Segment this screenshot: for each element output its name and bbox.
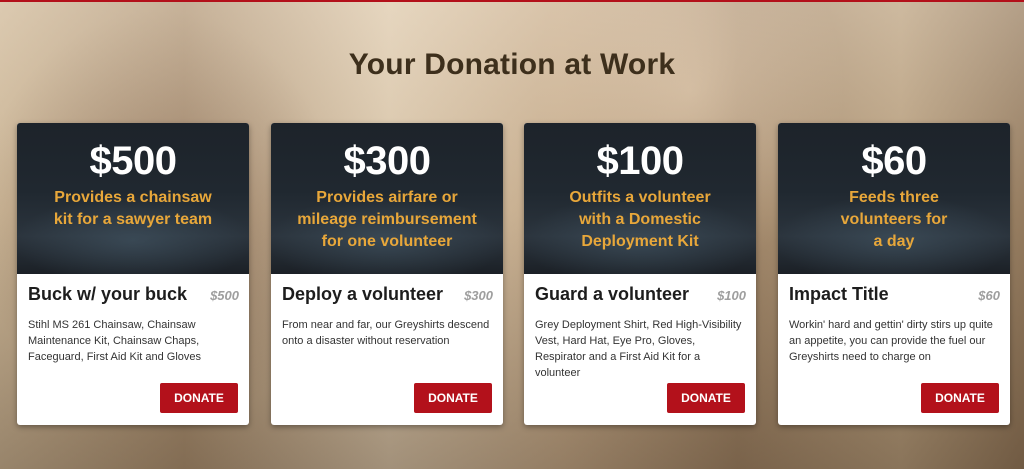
card-title: Impact Title <box>789 284 889 304</box>
card-hero: $500 Provides a chainsaw kit for a sawye… <box>17 123 249 274</box>
card-description: From near and far, our Greyshirts descen… <box>282 319 490 347</box>
card-description: Grey Deployment Shirt, Red High-Visibili… <box>535 319 742 379</box>
card-description: Workin' hard and gettin' dirty stirs up … <box>789 319 993 363</box>
card-header: Impact Title $60 <box>778 274 1010 305</box>
card-hero-text: Feeds three volunteers for a day <box>840 189 948 250</box>
top-rule <box>0 0 1024 2</box>
donate-button[interactable]: DONATE <box>160 383 238 413</box>
card-hero: $300 Provides airfare or mileage reimbur… <box>271 123 503 274</box>
card-hero-text: Provides a chainsaw kit for a sawyer tea… <box>53 189 213 228</box>
card-hero-amount: $500 <box>89 139 177 183</box>
card-header: Guard a volunteer $100 <box>524 274 756 305</box>
donate-button[interactable]: DONATE <box>667 383 745 413</box>
card-price: $100 <box>717 288 746 303</box>
donation-card: $100 Outfits a volunteer with a Domestic… <box>524 123 756 425</box>
donation-card: $300 Provides airfare or mileage reimbur… <box>271 123 503 425</box>
card-hero-text: Outfits a volunteer with a Domestic Depl… <box>569 189 711 250</box>
donate-button[interactable]: DONATE <box>414 383 492 413</box>
card-title: Deploy a volunteer <box>282 284 444 304</box>
card-price: $300 <box>464 288 493 303</box>
card-price: $500 <box>210 288 239 303</box>
section-title: Your Donation at Work <box>348 48 676 81</box>
card-title: Buck w/ your buck <box>28 284 188 304</box>
card-description: Stihl MS 261 Chainsaw, Chainsaw Maintena… <box>28 319 202 363</box>
donation-card: $60 Feeds three volunteers for a day Imp… <box>778 123 1010 425</box>
card-header: Deploy a volunteer $300 <box>271 274 503 305</box>
card-hero: $60 Feeds three volunteers for a day <box>778 123 1010 274</box>
card-price: $60 <box>978 288 1000 303</box>
card-header: Buck w/ your buck $500 <box>17 274 249 305</box>
card-hero-amount: $100 <box>596 139 684 183</box>
card-hero-text: Provides airfare or mileage reimbursemen… <box>297 189 477 250</box>
card-hero-amount: $300 <box>343 139 431 183</box>
card-title: Guard a volunteer <box>535 284 690 304</box>
donation-card: $500 Provides a chainsaw kit for a sawye… <box>17 123 249 425</box>
donate-button[interactable]: DONATE <box>921 383 999 413</box>
card-hero: $100 Outfits a volunteer with a Domestic… <box>524 123 756 274</box>
card-hero-amount: $60 <box>861 139 927 183</box>
